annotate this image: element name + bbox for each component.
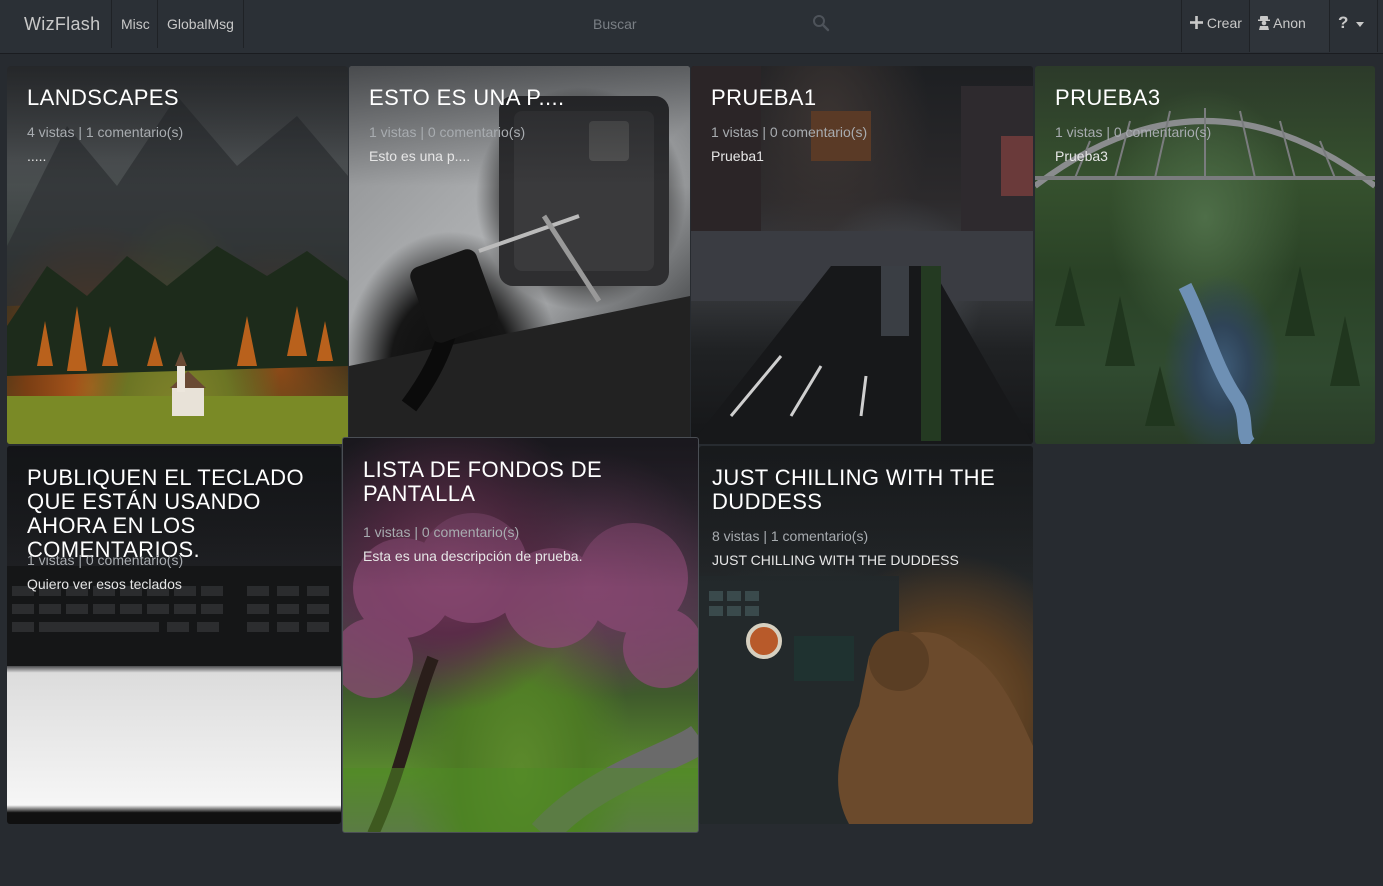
card-title[interactable]: PRUEBA3 [1055,86,1361,110]
post-card[interactable]: PRUEBA3 1 vistas | 0 comentario(s) Prueb… [1035,66,1375,444]
card-image [691,66,1033,444]
question-icon: ? [1338,13,1349,32]
user-label: Anon [1273,15,1306,31]
card-title[interactable]: PRUEBA1 [711,86,1019,110]
card-title[interactable]: ESTO ES UNA P.... [369,86,676,110]
post-card[interactable]: PUBLIQUEN EL TECLADO QUE ESTÁN USANDO AH… [7,446,341,824]
card-title[interactable]: LISTA DE FONDOS DE PANTALLA [363,458,684,506]
post-card[interactable]: LISTA DE FONDOS DE PANTALLA 1 vistas | 0… [342,437,699,833]
nav-link-globalmsg[interactable]: GlobalMsg [157,0,244,48]
card-stats: 1 vistas | 0 comentario(s) [27,552,184,568]
card-description: Prueba3 [1055,148,1108,164]
card-description: Esto es una p.... [369,148,471,164]
card-description: JUST CHILLING WITH THE DUDDESS [712,552,959,568]
card-description: ..... [27,148,47,164]
post-card[interactable]: JUST CHILLING WITH THE DUDDESS 8 vistas … [699,446,1033,824]
post-card[interactable]: ESTO ES UNA P.... 1 vistas | 0 comentari… [349,66,690,444]
search-icon[interactable] [812,14,830,32]
create-button[interactable]: Crear [1181,0,1250,52]
card-stats: 1 vistas | 0 comentario(s) [363,524,520,540]
brand-logo[interactable]: WizFlash [24,14,100,35]
card-description: Prueba1 [711,148,764,164]
nav-link-misc[interactable]: Misc [111,0,159,48]
user-secret-icon [1258,16,1270,30]
post-card[interactable]: LANDSCAPES 4 vistas | 1 comentario(s) ..… [7,66,348,444]
card-stats: 1 vistas | 0 comentario(s) [711,124,868,140]
card-title[interactable]: PUBLIQUEN EL TECLADO QUE ESTÁN USANDO AH… [27,466,327,562]
card-image [1035,108,1375,444]
card-description: Esta es una descripción de prueba. [363,548,583,564]
card-stats: 8 vistas | 1 comentario(s) [712,528,869,544]
help-menu-button[interactable]: ? [1329,0,1378,52]
card-stats: 1 vistas | 0 comentario(s) [369,124,526,140]
card-stats: 1 vistas | 0 comentario(s) [1055,124,1212,140]
post-card[interactable]: PRUEBA1 1 vistas | 0 comentario(s) Prueb… [691,66,1033,444]
card-stats: 4 vistas | 1 comentario(s) [27,124,184,140]
user-menu-button[interactable]: Anon [1249,0,1329,73]
card-title[interactable]: JUST CHILLING WITH THE DUDDESS [712,466,1019,514]
plus-icon [1190,16,1203,29]
search-input[interactable] [575,6,835,42]
card-title[interactable]: LANDSCAPES [27,86,334,110]
chevron-down-icon [1356,21,1365,27]
top-navbar: WizFlash Misc GlobalMsg Crear Anon ? [0,0,1383,73]
create-label: Crear [1206,15,1242,31]
card-description: Quiero ver esos teclados [27,576,182,592]
